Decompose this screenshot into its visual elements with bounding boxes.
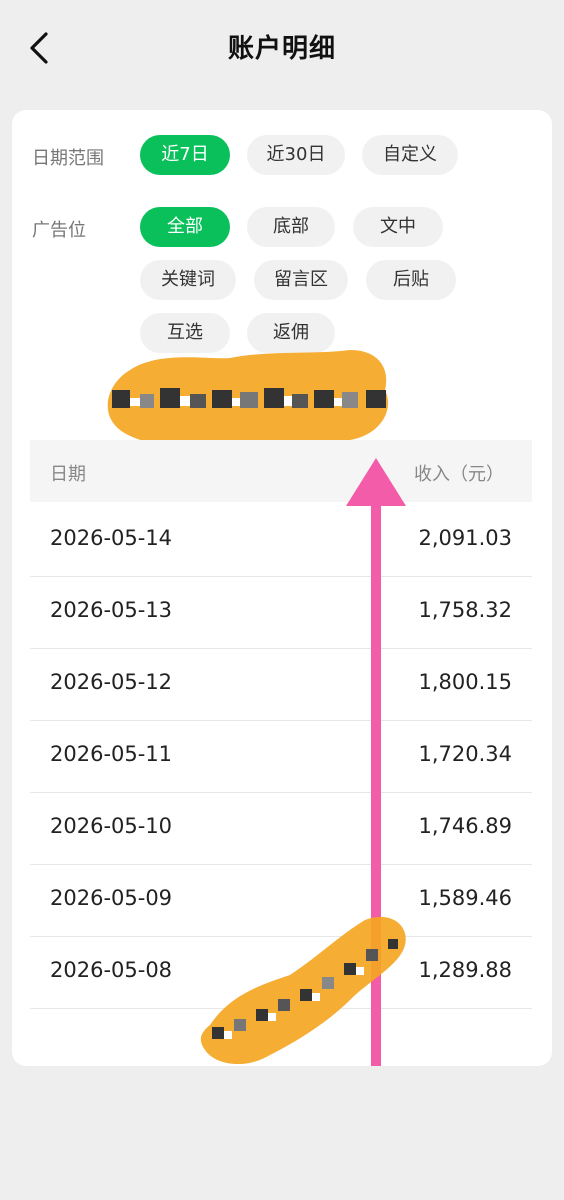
redaction-scribble-bottom: [200, 916, 406, 1065]
chip-in-article[interactable]: 文中: [353, 207, 443, 247]
row-income: 2,091.03: [418, 526, 512, 550]
table-row: 2026-05-14 2,091.03: [30, 504, 532, 577]
column-header-income: 收入（元）: [414, 464, 504, 485]
row-date: 2026-05-14: [50, 526, 173, 550]
column-header-date: 日期: [50, 464, 86, 485]
row-income: 1,720.34: [418, 742, 512, 766]
table-row: 2026-05-11 1,720.34: [30, 720, 532, 793]
page-title: 账户明细: [227, 34, 336, 64]
chip-bottom[interactable]: 底部: [247, 207, 335, 247]
chip-post-roll[interactable]: 后贴: [366, 260, 456, 300]
row-income: 1,589.46: [418, 886, 512, 910]
row-date: 2026-05-09: [50, 886, 173, 910]
row-date: 2026-05-08: [50, 958, 173, 982]
table-row: 2026-05-13 1,758.32: [30, 576, 532, 649]
redaction-scribble-top: [107, 350, 389, 449]
date-range-label: 日期范围: [32, 148, 104, 169]
table-row: 2026-05-10 1,746.89: [30, 792, 532, 865]
chip-last-7-days[interactable]: 近7日: [140, 135, 230, 175]
row-date: 2026-05-12: [50, 670, 173, 694]
chip-rebate[interactable]: 返佣: [247, 313, 335, 353]
chip-custom[interactable]: 自定义: [362, 135, 458, 175]
row-date: 2026-05-11: [50, 742, 173, 766]
row-income: 1,746.89: [418, 814, 512, 838]
row-income: 1,289.88: [418, 958, 512, 982]
row-income: 1,758.32: [418, 598, 512, 622]
chip-comment-area[interactable]: 留言区: [254, 260, 348, 300]
chip-keyword[interactable]: 关键词: [140, 260, 236, 300]
table-row: 2026-05-12 1,800.15: [30, 648, 532, 721]
chip-last-30-days[interactable]: 近30日: [247, 135, 345, 175]
row-date: 2026-05-10: [50, 814, 173, 838]
row-date: 2026-05-13: [50, 598, 173, 622]
navigation-bar: 账户明细: [0, 0, 564, 96]
chip-mutual-select[interactable]: 互选: [140, 313, 230, 353]
ad-slot-label: 广告位: [32, 220, 86, 241]
chip-all[interactable]: 全部: [140, 207, 230, 247]
table-header: 日期 收入（元）: [30, 440, 532, 502]
row-income: 1,800.15: [418, 670, 512, 694]
